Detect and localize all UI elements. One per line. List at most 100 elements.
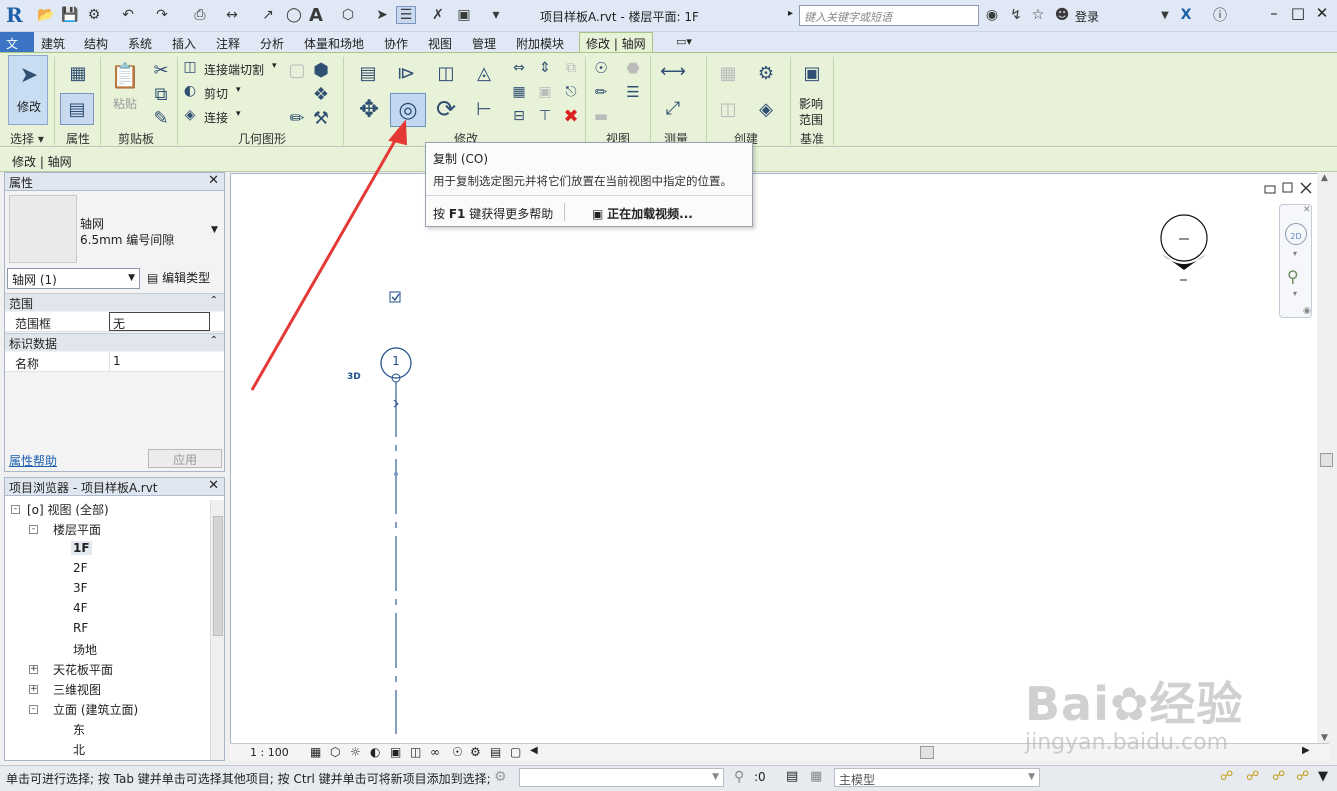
type-selector-dropdown-icon[interactable]: ▼ — [211, 225, 218, 235]
properties-help-link[interactable]: 属性帮助 — [9, 452, 57, 469]
tree-level-3f[interactable]: 3F — [73, 581, 88, 595]
tab-analyze[interactable]: 分析 — [260, 35, 284, 52]
tree-elevations[interactable]: 立面 (建筑立面) — [53, 701, 138, 718]
select-by-face-icon[interactable]: ☍ — [1296, 769, 1309, 784]
select-underlay-icon[interactable]: ☍ — [1246, 769, 1259, 784]
subscription-icon[interactable]: ↯ — [1006, 6, 1026, 24]
demolish-icon[interactable]: ❖ — [308, 81, 334, 107]
filter-funnel-icon[interactable]: ▼ — [1318, 769, 1328, 784]
cut-dropdown-icon[interactable]: ▾ — [236, 85, 241, 95]
scope-label-1[interactable]: 影响 — [799, 95, 823, 112]
search-input[interactable]: 键入关键字或短语 — [799, 5, 979, 26]
tab-annotate[interactable]: 注释 — [216, 35, 240, 52]
cope-icon[interactable]: ◫ — [180, 57, 200, 77]
crop-view-icon[interactable]: ▣ — [390, 745, 401, 759]
tab-massing-site[interactable]: 体量和场地 — [304, 35, 364, 52]
redo-icon[interactable]: ↷ — [152, 6, 172, 24]
collapse-toggle-icon[interactable]: - — [29, 525, 38, 534]
cut-join-button[interactable]: 连接端切割 — [204, 61, 264, 78]
tree-elevation-east[interactable]: 东 — [73, 721, 85, 738]
reveal-hidden-icon[interactable]: ⚙ — [470, 745, 481, 759]
scrollbar-thumb[interactable] — [213, 516, 223, 636]
view-scale[interactable]: 1 : 100 — [250, 746, 289, 759]
maximize-button[interactable]: □ — [1286, 4, 1310, 26]
close-hidden-icon[interactable]: ✗ — [428, 6, 448, 24]
tree-level-2f[interactable]: 2F — [73, 561, 88, 575]
mirror-draw-axis-icon[interactable]: ◬ — [468, 57, 500, 89]
join-geometry-icon[interactable]: ◈ — [180, 105, 200, 125]
analytical-model-icon[interactable]: ▢ — [510, 745, 521, 759]
tab-collaborate[interactable]: 协作 — [384, 35, 408, 52]
aligned-dimension-icon[interactable]: ⤢ — [656, 93, 690, 123]
scale-icon[interactable]: ▣ — [534, 81, 556, 103]
close-icon[interactable]: ✕ — [208, 478, 219, 493]
ribbon-toggle-icon[interactable]: ▭▾ — [676, 35, 692, 48]
customize-qa-icon[interactable]: ▾ — [486, 6, 506, 24]
tab-view[interactable]: 视图 — [428, 35, 452, 52]
eraser-icon[interactable]: ▬ — [590, 105, 612, 127]
scope-icon[interactable]: ▣ — [796, 57, 828, 89]
tag-icon[interactable]: ◯ — [284, 6, 304, 24]
scrollbar-thumb[interactable] — [1320, 453, 1333, 467]
scroll-right-icon[interactable]: ▶ — [1302, 745, 1310, 756]
tree-level-4f[interactable]: 4F — [73, 601, 88, 615]
unlocked-view-icon[interactable]: ∞ — [430, 745, 440, 759]
category-extents[interactable]: 范围 ⌃ — [5, 293, 224, 311]
tree-level-site[interactable]: 场地 — [73, 641, 97, 658]
instance-filter-select[interactable]: 轴网 (1) ▼ — [7, 268, 140, 289]
join-button[interactable]: 连接 — [204, 109, 228, 126]
collapse-toggle-icon[interactable]: - — [11, 505, 20, 514]
tab-architecture[interactable]: 建筑 — [41, 35, 65, 52]
worksharing-icon[interactable]: ▤ — [490, 745, 501, 759]
modify-tool-button[interactable]: ➤ 修改 — [8, 55, 48, 125]
view-close-icon[interactable] — [1300, 182, 1312, 194]
name-value[interactable]: 1 — [109, 352, 210, 371]
split-element-icon[interactable]: ⇔ — [508, 57, 530, 79]
editing-requests-icon[interactable]: ▤ — [786, 769, 798, 784]
temporary-hide-icon[interactable]: ☉ — [452, 745, 463, 759]
create-similar-icon[interactable]: ◈ — [750, 93, 782, 125]
create-assembly-icon[interactable]: ▦ — [712, 57, 744, 89]
apply-button[interactable]: 应用 — [148, 449, 222, 468]
override-graphics-icon[interactable]: ⬣ — [622, 57, 644, 79]
steering-wheel-icon[interactable]: 2D — [1285, 223, 1307, 245]
binoculars-icon[interactable]: ◉ — [982, 6, 1002, 24]
pin-icon[interactable]: ⎋ — [560, 81, 582, 103]
tab-addins[interactable]: 附加模块 — [516, 35, 564, 52]
vertical-scrollbar[interactable]: ▲ ▼ — [1317, 173, 1337, 761]
exchange-apps-icon[interactable]: X — [1176, 6, 1196, 24]
line-styles-icon[interactable]: ☰ — [622, 81, 644, 103]
show-crop-icon[interactable]: ◫ — [410, 745, 421, 759]
chevron-down-icon[interactable]: ▾ — [1293, 249, 1297, 258]
linework-brush-icon[interactable]: ✏ — [590, 81, 612, 103]
scope-box-value[interactable]: 无 — [109, 312, 210, 331]
design-options-icon[interactable]: ▦ — [810, 769, 822, 784]
active-workset-select[interactable]: ▼ — [519, 768, 724, 787]
expand-toggle-icon[interactable]: + — [29, 685, 38, 694]
horizontal-scroll-thumb[interactable] — [920, 746, 934, 759]
scroll-up-icon[interactable]: ▲ — [1321, 173, 1328, 183]
tree-views-root[interactable]: [o] 视图 (全部) — [27, 501, 109, 518]
trim-extend-icon[interactable]: ⊢ — [468, 93, 500, 125]
edit-type-button[interactable]: ▤ 编辑类型 — [147, 269, 210, 286]
tree-level-1f[interactable]: 1F — [71, 541, 92, 555]
select-panel-label[interactable]: 选择 ▾ — [10, 130, 44, 147]
view-restore-icon[interactable] — [1282, 182, 1293, 193]
detail-level-icon[interactable]: ▦ — [310, 745, 321, 759]
cut-join-dropdown-icon[interactable]: ▾ — [272, 61, 277, 71]
visual-style-icon[interactable]: ⬡ — [330, 745, 340, 759]
measure-distance-icon[interactable]: ⟷ — [656, 59, 690, 83]
match-properties-icon[interactable]: ✎ — [148, 105, 174, 131]
revit-logo-icon[interactable]: R — [6, 3, 28, 27]
scroll-down-icon[interactable]: ▼ — [1321, 733, 1328, 743]
mirror-pick-axis-icon[interactable]: ◫ — [430, 57, 462, 89]
create-parts-icon[interactable]: ⚙ — [750, 57, 782, 89]
delete-icon[interactable]: ✖ — [560, 105, 582, 127]
cut-scissors-icon[interactable]: ✂ — [148, 57, 174, 83]
close-icon[interactable]: ✕ — [1303, 205, 1311, 215]
tree-floor-plans[interactable]: 楼层平面 — [53, 521, 101, 538]
view-minimize-icon[interactable] — [1264, 185, 1276, 194]
favorites-star-icon[interactable]: ☆ — [1028, 6, 1048, 24]
expand-toggle-icon[interactable]: + — [29, 665, 38, 674]
3d-view-icon[interactable]: ⬡ — [338, 6, 358, 24]
